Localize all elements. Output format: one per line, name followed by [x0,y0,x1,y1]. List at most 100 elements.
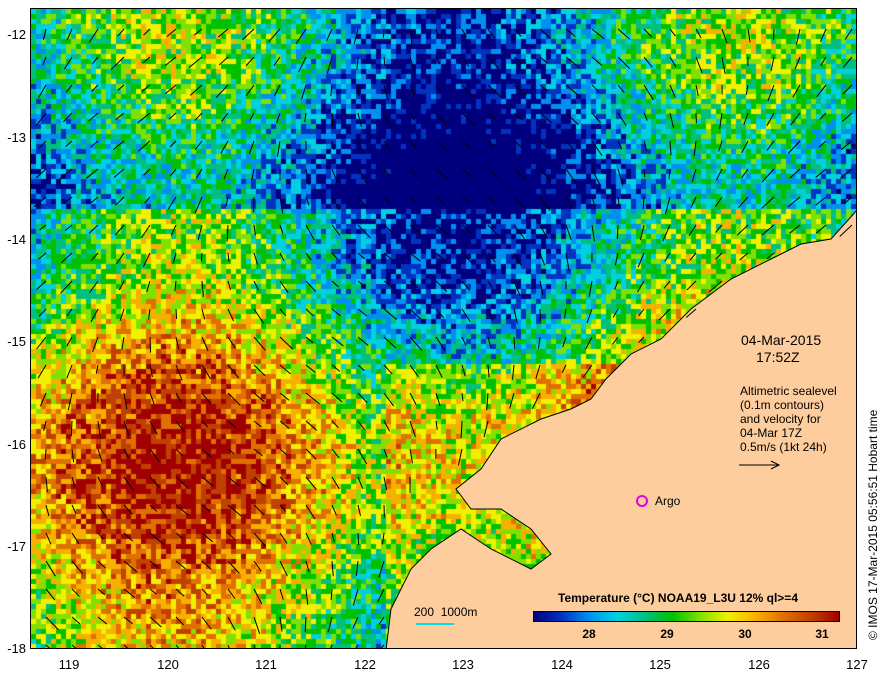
velocity-arrow [164,56,177,66]
velocity-arrow [276,140,281,158]
velocity-arrow [39,224,47,231]
velocity-arrow [383,280,393,288]
velocity-arrow [715,224,723,233]
velocity-arrow [357,420,365,430]
velocity-arrow [60,280,73,294]
velocity-arrow [693,140,697,156]
velocity-arrow [643,168,646,178]
velocity-arrow [745,84,749,95]
velocity-arrow [305,532,312,545]
velocity-arrow [770,56,775,72]
velocity-arrow [435,280,448,293]
velocity-arrow [637,280,645,293]
velocity-arrow [664,252,671,262]
velocity-arrow [331,448,340,459]
velocity-arrow [331,196,340,211]
velocity-arrow [487,28,496,39]
velocity-arrow [149,392,155,405]
velocity-arrow [253,224,256,236]
velocity-arrow [90,252,99,262]
velocity-arrow [241,28,255,41]
velocity-arrow [565,140,574,150]
velocity-arrow [487,308,494,321]
velocity-arrow [58,168,73,180]
velocity-arrow [539,252,546,266]
velocity-arrow [90,140,99,148]
velocity-arrow [45,532,52,545]
velocity-arrow [249,112,255,121]
velocity-arrow [149,420,158,435]
velocity-arrow [617,196,620,207]
velocity-arrow [461,140,472,150]
velocity-arrow [409,308,421,320]
velocity-arrow [669,84,676,98]
velocity-arrow [164,84,177,95]
velocity-arrow [794,56,801,70]
velocity-arrow [279,616,283,632]
velocity-arrow [487,84,502,98]
velocity-arrow [66,308,73,317]
velocity-arrow [639,224,645,241]
velocity-arrow [614,252,619,266]
velocity-arrow [719,112,723,130]
velocity-arrow [201,504,211,512]
velocity-arrow [175,532,184,539]
velocity-arrow [617,28,631,40]
velocity-arrow [819,112,827,120]
velocity-arrow [738,196,749,209]
velocity-arrow [789,224,801,234]
velocity-arrow [686,280,697,291]
velocity-arrow [839,168,853,179]
velocity-arrow [357,112,363,128]
velocity-arrow [383,196,392,205]
velocity-arrow [44,448,47,460]
velocity-arrow [36,280,47,290]
velocity-arrow [669,28,676,37]
velocity-arrow [175,504,190,517]
velocity-arrow [691,168,697,182]
velocity-arrow [409,420,416,438]
velocity-arrow [45,644,51,648]
velocity-arrow [643,84,654,101]
velocity-arrow [718,140,723,152]
velocity-arrow [736,224,749,236]
velocity-arrow [169,168,177,177]
velocity-arrow [123,476,135,492]
velocity-arrow [816,84,827,98]
velocity-arrow [795,28,801,45]
velocity-arrow [662,224,671,242]
velocity-arrow [789,168,801,179]
velocity-arrow [565,168,577,183]
velocity-arrow [513,336,516,350]
velocity-arrow [565,252,570,271]
velocity-arrow [71,532,80,545]
velocity-arrow [383,364,393,375]
velocity-arrow [409,280,419,289]
velocity-arrow [790,112,801,126]
velocity-arrow [638,336,645,344]
velocity-arrow [201,476,214,487]
velocity-arrow [409,112,416,121]
velocity-arrow [357,84,360,97]
velocity-arrow [200,252,203,262]
velocity-arrow [175,588,185,597]
velocity-arrow [66,364,73,379]
velocity-arrow [487,56,500,69]
velocity-arrow [194,196,203,214]
velocity-arrow [42,28,47,40]
velocity-arrow [331,504,337,516]
velocity-arrow [356,56,359,70]
velocity-arrow [245,84,255,97]
legend-line: and velocity for [740,412,821,426]
velocity-arrow [409,252,421,262]
velocity-arrow [409,364,419,378]
velocity-arrow [409,56,415,71]
velocity-arrow [331,476,340,490]
velocity-arrow [201,532,214,543]
velocity-arrow [166,28,177,37]
velocity-arrow [461,392,464,402]
velocity-arrow [37,364,47,379]
velocity-arrow [279,588,284,600]
velocity-arrow [357,476,364,489]
velocity-arrow [715,168,723,181]
